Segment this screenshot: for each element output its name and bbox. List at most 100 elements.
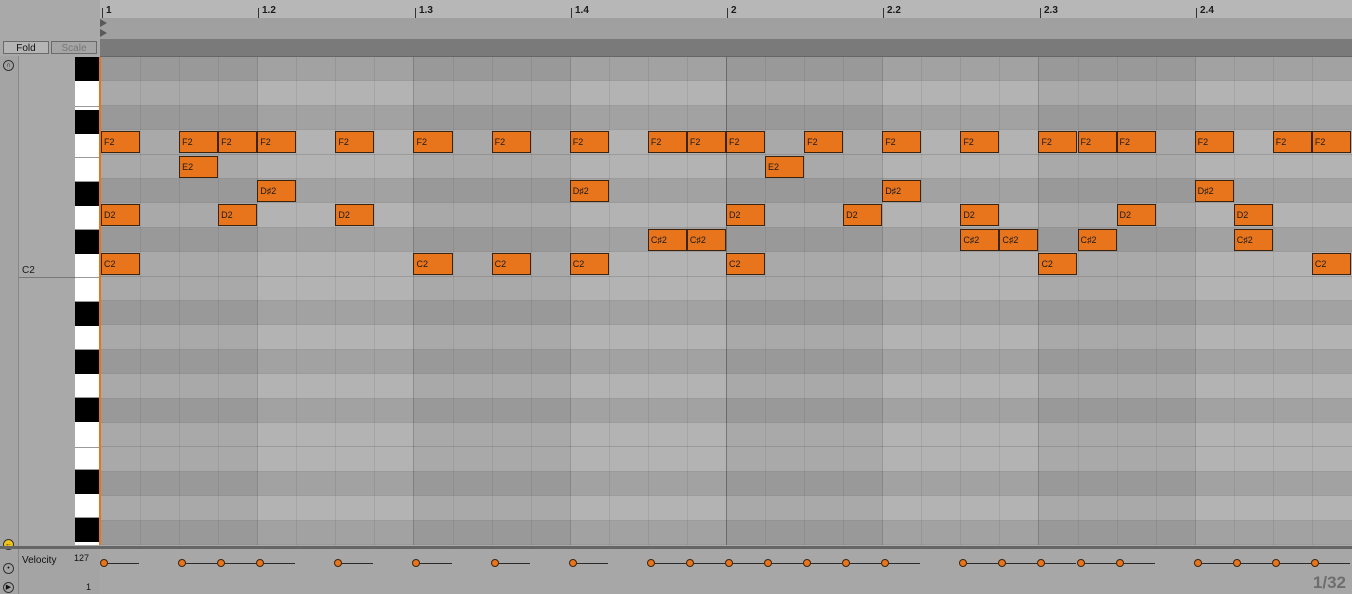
midi-note[interactable]: D♯2 — [569, 180, 609, 202]
velocity-lane-icon[interactable]: • — [3, 563, 14, 574]
midi-note[interactable]: D2 — [725, 204, 765, 227]
midi-note[interactable]: F2 — [179, 131, 219, 154]
piano-key-white[interactable] — [75, 422, 101, 448]
piano-key-e2[interactable] — [75, 158, 101, 182]
c2-reference-label: C2 — [22, 265, 35, 276]
piano-key-black[interactable] — [75, 398, 101, 422]
midi-note[interactable]: F2 — [1311, 131, 1351, 154]
midi-note[interactable]: C♯2 — [647, 228, 687, 251]
midi-note[interactable]: F2 — [960, 131, 1000, 154]
midi-note[interactable]: C2 — [491, 253, 531, 276]
midi-note[interactable]: D2 — [960, 204, 1000, 227]
midi-note[interactable]: C♯2 — [960, 228, 1000, 251]
piano-key-white[interactable] — [75, 81, 101, 107]
midi-note[interactable]: F2 — [804, 131, 844, 154]
velocity-handle[interactable] — [568, 559, 577, 567]
midi-note[interactable]: F2 — [335, 131, 375, 154]
velocity-handle[interactable] — [1193, 559, 1202, 567]
midi-note[interactable]: D2 — [335, 204, 375, 227]
piano-key-black[interactable] — [75, 57, 101, 81]
velocity-handle[interactable] — [685, 559, 694, 567]
piano-keyboard[interactable] — [75, 57, 101, 545]
piano-key-white[interactable] — [75, 448, 101, 470]
midi-note[interactable]: F2 — [218, 131, 258, 154]
scrub-area[interactable] — [100, 39, 1352, 57]
piano-key-white[interactable] — [75, 494, 101, 518]
midi-note[interactable]: F2 — [257, 131, 297, 154]
midi-note[interactable]: F2 — [1116, 131, 1156, 154]
grid-line — [765, 57, 767, 545]
midi-note[interactable]: D♯2 — [882, 180, 922, 202]
velocity-handle[interactable] — [490, 559, 499, 567]
midi-note[interactable]: F2 — [101, 131, 141, 154]
loop-start-marker[interactable] — [100, 19, 107, 27]
midi-note[interactable]: F2 — [1272, 131, 1312, 154]
midi-note[interactable]: C♯2 — [1233, 228, 1273, 251]
midi-note[interactable]: E2 — [179, 155, 219, 178]
midi-note[interactable]: D2 — [1233, 204, 1273, 227]
piano-key-f2[interactable] — [75, 134, 101, 158]
piano-key-black[interactable] — [75, 470, 101, 494]
midi-note[interactable]: F2 — [413, 131, 453, 154]
velocity-handle[interactable] — [646, 559, 655, 567]
midi-note[interactable]: F2 — [1038, 131, 1078, 154]
velocity-stem — [807, 563, 843, 564]
midi-note[interactable]: C2 — [1038, 253, 1078, 276]
midi-note[interactable]: F2 — [882, 131, 922, 154]
grid-line — [686, 57, 688, 545]
midi-note[interactable]: D2 — [101, 204, 141, 227]
midi-note[interactable]: D♯2 — [257, 180, 297, 202]
piano-key-white[interactable] — [75, 374, 101, 398]
velocity-handle[interactable] — [764, 559, 773, 567]
midi-note[interactable]: D♯2 — [1194, 180, 1234, 202]
midi-note[interactable]: C2 — [101, 253, 141, 276]
velocity-handle[interactable] — [1232, 559, 1241, 567]
note-grid[interactable]: F2 F2 F2 F2 F2 F2 F2 F2 F2 F2 F2 F2 F2 F2 F2 F2 F2 F2 F2 F2… — [101, 57, 1352, 545]
piano-key-d2[interactable] — [75, 206, 101, 230]
velocity-handle[interactable] — [1271, 559, 1280, 567]
midi-note[interactable]: F2 — [647, 131, 687, 154]
velocity-handle[interactable] — [1115, 559, 1124, 567]
midi-note[interactable]: C♯2 — [999, 228, 1039, 251]
grid-line — [882, 57, 884, 545]
midi-note[interactable]: F2 — [725, 131, 765, 154]
midi-note[interactable]: F2 — [569, 131, 609, 154]
velocity-handle[interactable] — [1076, 559, 1085, 567]
midi-note[interactable]: C2 — [725, 253, 765, 276]
piano-key-b1[interactable] — [75, 278, 101, 302]
velocity-handle[interactable] — [100, 559, 108, 567]
midi-note[interactable]: F2 — [686, 131, 726, 154]
headphones-icon[interactable]: ∩ — [3, 60, 14, 71]
velocity-max-label: 127 — [74, 553, 90, 563]
midi-note[interactable]: C♯2 — [686, 228, 726, 251]
midi-note[interactable]: C2 — [413, 253, 453, 276]
velocity-lane[interactable] — [101, 549, 1352, 594]
piano-key-black[interactable] — [75, 110, 101, 134]
velocity-handle[interactable] — [724, 559, 733, 567]
midi-note[interactable]: F2 — [491, 131, 531, 154]
play-icon[interactable]: ▶ — [3, 582, 14, 593]
midi-note[interactable]: C2 — [1311, 253, 1351, 276]
piano-key-black[interactable] — [75, 518, 101, 542]
velocity-stem — [416, 563, 452, 564]
midi-note[interactable]: E2 — [765, 155, 805, 178]
fold-button[interactable]: Fold — [3, 41, 49, 54]
grid-line — [1194, 57, 1196, 545]
piano-key-white[interactable] — [75, 326, 101, 350]
midi-note[interactable]: F2 — [1194, 131, 1234, 154]
piano-key-black[interactable] — [75, 302, 101, 326]
piano-key-c2[interactable] — [75, 254, 101, 278]
midi-note[interactable]: D2 — [843, 204, 883, 227]
midi-note[interactable]: D2 — [218, 204, 258, 227]
piano-key-c-sharp-2[interactable] — [75, 230, 101, 254]
midi-note[interactable]: D2 — [1116, 204, 1156, 227]
clip-start-marker[interactable] — [100, 29, 107, 37]
midi-note[interactable]: C♯2 — [1077, 228, 1117, 251]
midi-note[interactable]: F2 — [1077, 131, 1117, 154]
grid-line — [140, 57, 142, 545]
piano-key-black[interactable] — [75, 350, 101, 374]
midi-note[interactable]: C2 — [569, 253, 609, 276]
velocity-handle[interactable] — [1310, 559, 1319, 567]
scale-button[interactable]: Scale — [51, 41, 97, 54]
piano-key-d-sharp-2[interactable] — [75, 182, 101, 206]
